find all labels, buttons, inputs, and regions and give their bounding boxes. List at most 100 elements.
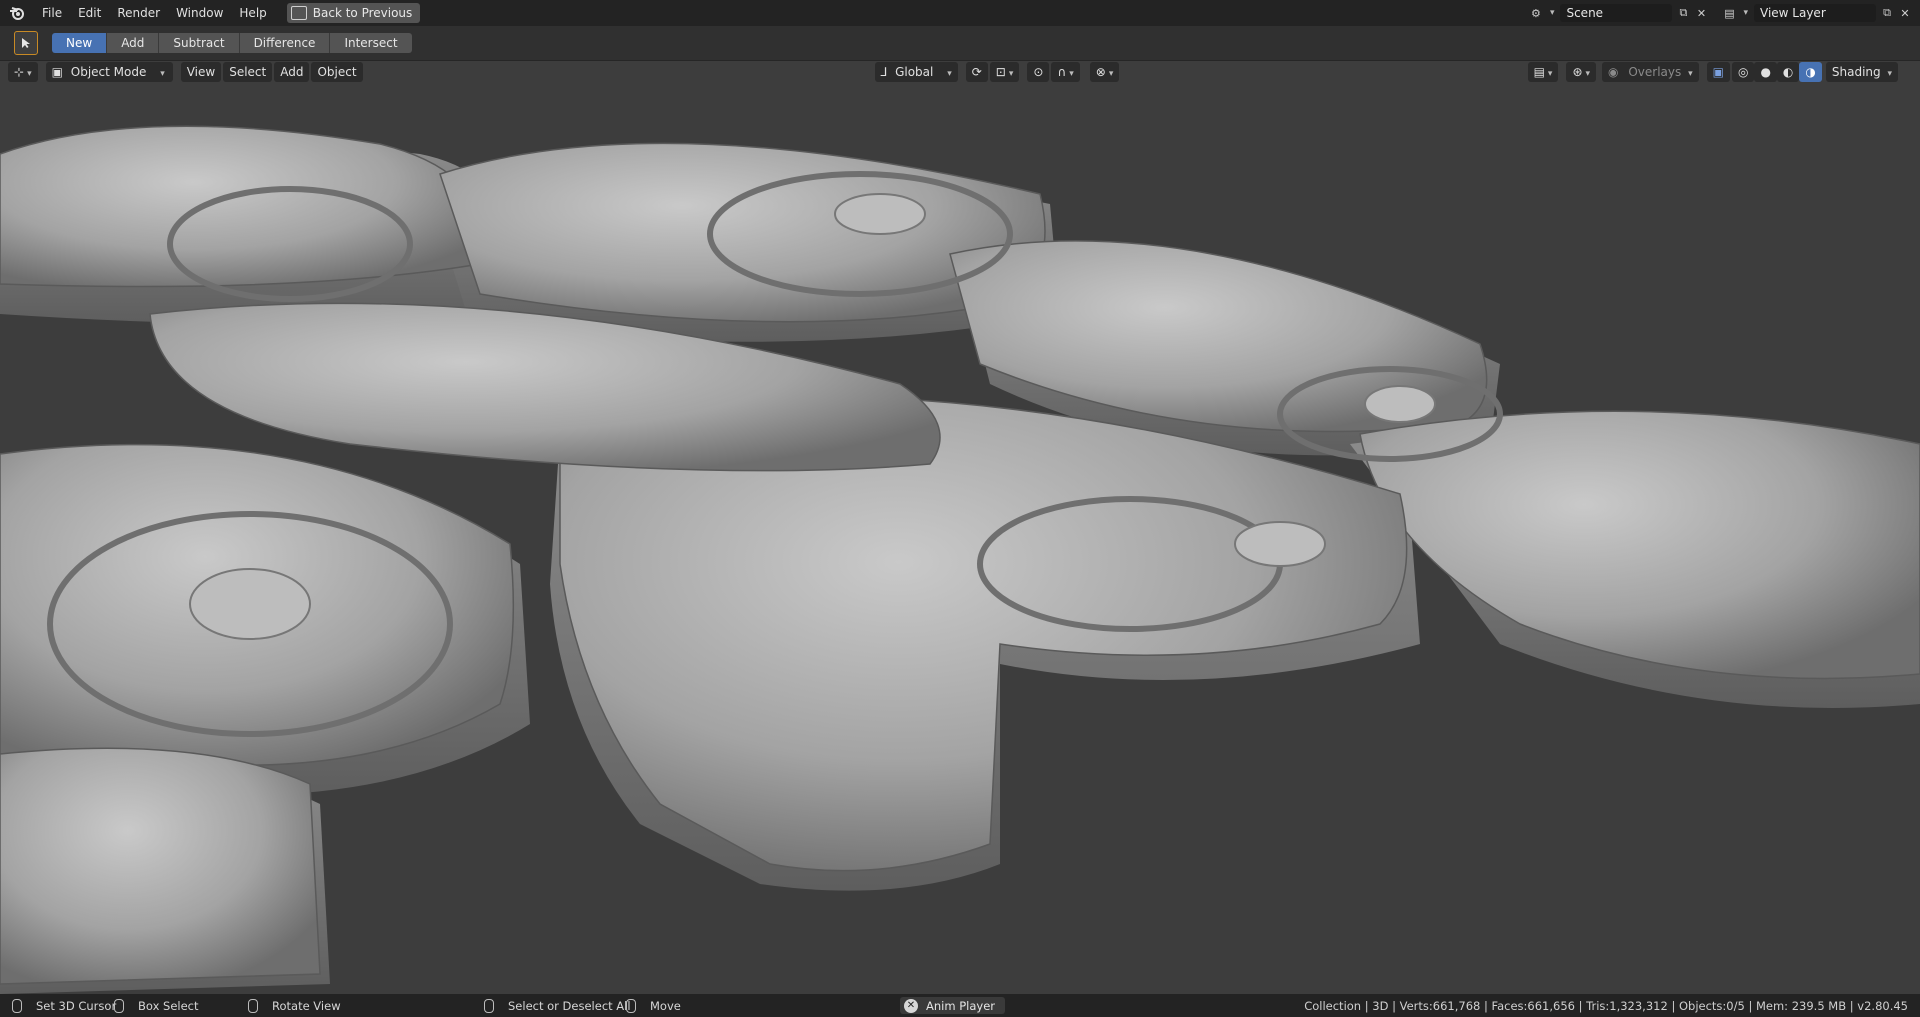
transform-orientation-dropdown[interactable]: ⅃ Global ▾ bbox=[874, 62, 958, 82]
chevron-down-icon: ▾ bbox=[1743, 8, 1748, 18]
view-layer-field[interactable]: View Layer bbox=[1754, 4, 1876, 22]
status-rotate-view: Rotate View bbox=[248, 998, 341, 1013]
box-icon: ▤ bbox=[1533, 65, 1545, 79]
wireframe-icon: ◎ bbox=[1737, 65, 1749, 79]
chevron-down-icon: ▾ bbox=[1547, 69, 1553, 79]
back-to-previous-button[interactable]: Back to Previous bbox=[286, 3, 421, 23]
status-bar: Set 3D Cursor Box Select Rotate View Sel… bbox=[0, 994, 1920, 1017]
view-layer-name: View Layer bbox=[1760, 6, 1826, 20]
ornament-model bbox=[0, 125, 1920, 994]
chevron-down-icon: ▾ bbox=[1069, 69, 1074, 79]
mode-new-button[interactable]: New bbox=[52, 33, 108, 53]
show-gizmo-button[interactable]: ⊛ ▾ bbox=[1566, 62, 1597, 82]
material-sphere-icon: ◐ bbox=[1782, 65, 1794, 79]
new-view-layer-icon[interactable]: ⧉ bbox=[1880, 6, 1894, 20]
shading-dropdown[interactable]: Shading ▾ bbox=[1825, 62, 1898, 82]
top-bar: File Edit Render Window Help Back to Pre… bbox=[0, 0, 1920, 26]
tool-header: New Add Subtract Difference Intersect bbox=[0, 26, 1920, 61]
xray-icon: ▣ bbox=[1712, 65, 1724, 79]
proportional-edit-button[interactable]: ⊙ bbox=[1027, 62, 1050, 82]
menu-window[interactable]: Window bbox=[168, 2, 231, 24]
menu-edit[interactable]: Edit bbox=[70, 2, 109, 24]
mode-difference-button[interactable]: Difference bbox=[239, 33, 331, 53]
menu-select[interactable]: Select bbox=[223, 62, 273, 82]
chevron-down-icon: ▾ bbox=[1585, 69, 1591, 79]
cube-icon: ▣ bbox=[51, 65, 63, 79]
pivot-icon: ⟳ bbox=[971, 65, 982, 79]
chevron-down-icon: ▾ bbox=[947, 69, 952, 79]
viewport-right-controls: ▤ ▾ ⊛ ▾ ◉ Overlays ▾ ▣ ◎ ● ◐ ◑ Shading ▾ bbox=[1527, 62, 1900, 82]
anim-player-button[interactable]: ✕ Anim Player bbox=[900, 997, 1005, 1014]
main-menu: File Edit Render Window Help bbox=[34, 2, 275, 24]
overlays-icon: ◉ bbox=[1608, 65, 1619, 79]
gizmo-toggle-icon: ⊛ bbox=[1572, 65, 1583, 79]
mouse-right-icon bbox=[626, 998, 636, 1013]
status-move: Move bbox=[626, 998, 681, 1013]
view-object-types-button[interactable]: ▤ ▾ bbox=[1527, 62, 1559, 82]
overlays-button[interactable]: ◉ Overlays ▾ bbox=[1602, 62, 1699, 82]
object-mode-label: Object Mode bbox=[70, 65, 147, 79]
scene-name-field[interactable]: Scene bbox=[1560, 4, 1673, 22]
box-select-label: Box Select bbox=[138, 998, 199, 1013]
menu-object[interactable]: Object bbox=[311, 62, 363, 82]
shading-label: Shading bbox=[1831, 65, 1881, 79]
mode-subtract-button[interactable]: Subtract bbox=[159, 33, 240, 53]
falloff-curve-icon: ∩ bbox=[1057, 65, 1067, 79]
scene-name: Scene bbox=[1566, 6, 1604, 20]
snap-button[interactable]: ⊡ ▾ bbox=[989, 62, 1020, 82]
status-select-all: Select or Deselect All bbox=[484, 998, 631, 1013]
move-label: Move bbox=[650, 998, 681, 1013]
axes-icon: ⊹ bbox=[14, 65, 25, 79]
proportional-icon: ⊙ bbox=[1033, 65, 1044, 79]
delete-view-layer-icon[interactable]: ✕ bbox=[1898, 6, 1912, 20]
xray-toggle[interactable]: ▣ bbox=[1706, 62, 1730, 82]
mouse-left-icon bbox=[12, 998, 22, 1013]
chevron-down-icon: ▾ bbox=[160, 69, 165, 79]
mode-intersect-button[interactable]: Intersect bbox=[330, 33, 412, 53]
select-tool-button[interactable] bbox=[14, 31, 38, 55]
menu-file[interactable]: File bbox=[34, 2, 70, 24]
wireframe-shading-button[interactable]: ◎ bbox=[1731, 62, 1755, 82]
viewport-header: ⊹ ▾ ▣ Object Mode ▾ View Select Add Objec… bbox=[0, 60, 1920, 84]
snap-icon: ⊡ bbox=[995, 65, 1006, 79]
scene-controls: ⚙ ▾ Scene ⧉ ✕ ▤ ▾ View Layer ⧉ ✕ bbox=[1529, 0, 1920, 26]
chevron-down-icon: ▾ bbox=[27, 69, 32, 79]
object-mode-dropdown[interactable]: ▣ Object Mode ▾ bbox=[45, 62, 173, 82]
blender-logo-icon[interactable] bbox=[8, 4, 26, 22]
3d-viewport[interactable] bbox=[0, 84, 1920, 994]
mouse-right-icon bbox=[114, 998, 124, 1013]
orientation-label: Global bbox=[895, 65, 934, 79]
solid-shading-button[interactable]: ● bbox=[1754, 62, 1777, 82]
mode-add-button[interactable]: Add bbox=[107, 33, 160, 53]
chevron-down-icon: ▾ bbox=[1887, 69, 1892, 79]
set-cursor-label: Set 3D Cursor bbox=[36, 998, 117, 1013]
status-set-cursor: Set 3D Cursor bbox=[12, 998, 117, 1013]
rendered-shading-button[interactable]: ◑ bbox=[1799, 62, 1822, 82]
scene-icon[interactable]: ⚙ bbox=[1529, 6, 1543, 20]
chevron-down-icon: ▾ bbox=[1008, 69, 1014, 79]
chevron-down-icon: ▾ bbox=[1688, 69, 1693, 79]
new-scene-icon[interactable]: ⧉ bbox=[1676, 6, 1690, 20]
gizmo-icon: ⊗ bbox=[1095, 65, 1106, 79]
chevron-down-icon: ▾ bbox=[1108, 69, 1114, 79]
view-layer-icon[interactable]: ▤ bbox=[1722, 6, 1736, 20]
mouse-middle-icon bbox=[248, 998, 258, 1013]
screen-icon bbox=[290, 6, 307, 20]
menu-add[interactable]: Add bbox=[274, 62, 310, 82]
falloff-button[interactable]: ∩ ▾ bbox=[1051, 62, 1080, 82]
menu-help[interactable]: Help bbox=[231, 2, 274, 24]
material-shading-button[interactable]: ◐ bbox=[1776, 62, 1800, 82]
select-all-label: Select or Deselect All bbox=[508, 998, 631, 1013]
menu-view[interactable]: View bbox=[180, 62, 222, 82]
delete-scene-icon[interactable]: ✕ bbox=[1694, 6, 1708, 20]
gizmo-button[interactable]: ⊗ ▾ bbox=[1089, 62, 1120, 82]
close-icon[interactable]: ✕ bbox=[904, 998, 918, 1013]
solid-sphere-icon: ● bbox=[1760, 65, 1771, 79]
mouse-left-icon bbox=[484, 998, 494, 1013]
rendered-sphere-icon: ◑ bbox=[1805, 65, 1816, 79]
pivot-point-button[interactable]: ⟳ bbox=[965, 62, 988, 82]
editor-type-button[interactable]: ⊹ ▾ bbox=[8, 62, 38, 82]
cursor-arrow-icon bbox=[22, 38, 30, 48]
menu-render[interactable]: Render bbox=[109, 2, 168, 24]
chevron-down-icon: ▾ bbox=[1549, 8, 1555, 18]
